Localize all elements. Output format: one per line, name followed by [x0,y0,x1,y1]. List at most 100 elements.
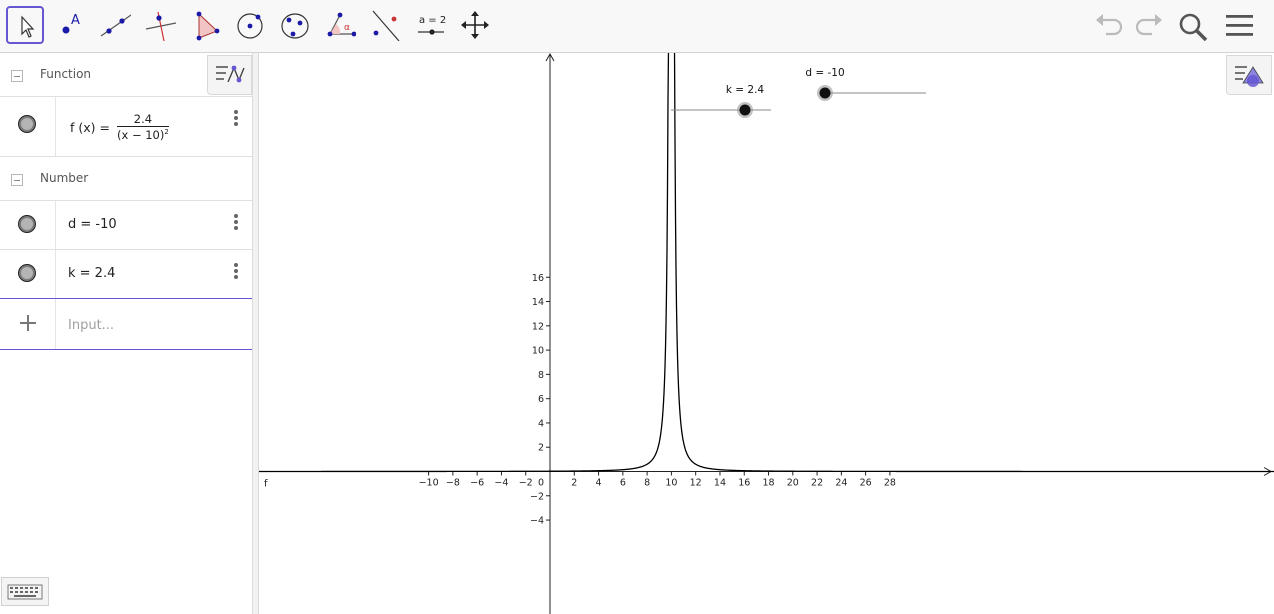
angle-tool-alpha: α [344,23,350,33]
toolbar: A α a = 2 [0,0,1274,53]
undo-icon[interactable] [1094,10,1126,42]
y-tick-label: 8 [538,370,544,381]
algebra-style-bar-button[interactable] [207,55,252,95]
graphics-canvas[interactable]: −10 −8 −6 −4 −2 0 2 4 6 8 10 12 14 16 18 20 22 24 26 28−4−2… [259,53,1274,614]
category-number[interactable]: Number [0,157,252,201]
function-numerator: 2.4 [117,112,169,127]
y-tick-label: 12 [532,321,544,332]
angle-tool-icon: α [327,12,356,37]
circle-tool-button[interactable] [231,6,269,44]
y-tick-label: 16 [532,273,544,284]
algebra-item-k[interactable]: k = 2.4 [0,250,252,298]
function-denominator-wrap: (x − 10)2 [117,127,169,142]
x-tick-label: 24 [835,478,847,489]
search-icon[interactable] [1176,10,1210,44]
slider-d[interactable]: d = -10 [805,67,926,101]
function-fraction: 2.4 (x − 10)2 [117,112,169,142]
y-tick-label: 4 [538,418,544,429]
keyboard-button[interactable] [1,577,49,606]
x-tick-label: 2 [571,478,577,489]
redo-icon[interactable] [1132,10,1164,42]
reflect-tool-icon [372,10,400,41]
input-placeholder[interactable]: Input... [68,318,114,333]
function-exponent: 2 [164,128,169,137]
x-tick-label: 4 [596,478,602,489]
slider-handle[interactable] [739,104,751,116]
number-k-text[interactable]: k = 2.4 [68,266,115,281]
function-label-f: f [264,479,268,490]
category-label: Number [40,171,89,185]
keyboard-icon [7,584,43,600]
move-graphics-view-tool-icon [461,11,489,39]
category-label: Function [40,67,92,81]
point-tool-button[interactable]: A [51,6,89,44]
x-tick-label: 28 [884,478,896,489]
polygon-tool-icon [196,11,220,41]
y-tick-label: −4 [530,516,544,527]
function-graph-f[interactable] [259,53,1274,473]
line-tool-icon [100,14,131,37]
x-tick-label: 16 [738,478,750,489]
x-tick-label: 22 [811,478,823,489]
collapse-icon[interactable] [11,70,23,82]
plus-icon[interactable] [20,315,36,331]
y-tick-label: 10 [532,346,544,357]
menu-icon[interactable] [1224,10,1258,42]
x-tick-label: 10 [665,478,677,489]
function-denominator: (x − 10) [117,128,165,142]
visibility-toggle-k[interactable] [18,264,36,282]
polygon-tool-button[interactable] [186,6,224,44]
point-tool-letter: A [71,13,80,28]
x-tick-label: −8 [446,478,460,489]
slider-label: k = 2.4 [726,84,765,96]
marble-column [0,201,56,249]
angle-tool-button[interactable]: α [321,6,359,44]
x-tick-label: −4 [494,478,508,489]
circle-three-points-tool-icon [281,13,309,39]
input-bar[interactable]: Input... [0,298,252,350]
y-tick-label: 2 [538,443,544,454]
algebra-item-d[interactable]: d = -10 [0,201,252,250]
marble-column [0,97,56,156]
more-icon[interactable] [234,263,240,281]
input-marble-column [0,299,56,349]
number-d-text[interactable]: d = -10 [68,217,117,232]
slider-k[interactable]: k = 2.4 [671,84,771,118]
x-tick-label: 0 [538,478,544,489]
point-tool-icon: A [62,13,80,34]
x-tick-label: −6 [470,478,484,489]
move-graphics-view-tool-button[interactable] [456,6,494,44]
slider-handle[interactable] [819,87,831,99]
x-tick-label: −10 [419,478,439,489]
slider-tool-button[interactable]: a = 2 [411,6,449,44]
marble-column [0,250,56,298]
reflect-tool-button[interactable] [366,6,404,44]
collapse-icon[interactable] [11,174,23,186]
slider-tool-icon: a = 2 [418,15,446,35]
visibility-toggle-f[interactable] [18,115,36,133]
algebra-style-icon [216,65,245,83]
x-tick-label: 26 [860,478,872,489]
x-tick-label: 20 [787,478,799,489]
slider-tool-label: a = 2 [419,15,446,26]
visibility-toggle-d[interactable] [18,215,36,233]
function-lhs: f (x) = [70,120,110,135]
more-icon[interactable] [234,110,240,128]
circle-three-points-tool-button[interactable] [276,6,314,44]
x-tick-label: 18 [762,478,774,489]
move-tool-button[interactable] [6,6,44,44]
y-tick-label: 6 [538,394,544,405]
line-tool-button[interactable] [96,6,134,44]
y-tick-label: 14 [532,297,544,308]
y-tick-label: −2 [530,491,544,502]
perpendicular-line-tool-icon [145,11,176,41]
algebra-item-f[interactable]: f (x) = 2.4 (x − 10)2 [0,97,252,157]
more-icon[interactable] [234,214,240,232]
x-tick-label: 8 [644,478,650,489]
perpendicular-line-tool-button[interactable] [141,6,179,44]
x-tick-label: 6 [620,478,626,489]
graphics-view[interactable]: −10 −8 −6 −4 −2 0 2 4 6 8 10 12 14 16 18 20 22 24 26 28 −4 −2… [259,53,1274,614]
move-tool-icon [21,15,35,38]
axes: −10 −8 −6 −4 −2 0 2 4 6 8 10 12 14 16 18 20 22 24 26 28−4−2… [259,53,1273,614]
graphics-style-bar-button[interactable] [1226,55,1272,95]
